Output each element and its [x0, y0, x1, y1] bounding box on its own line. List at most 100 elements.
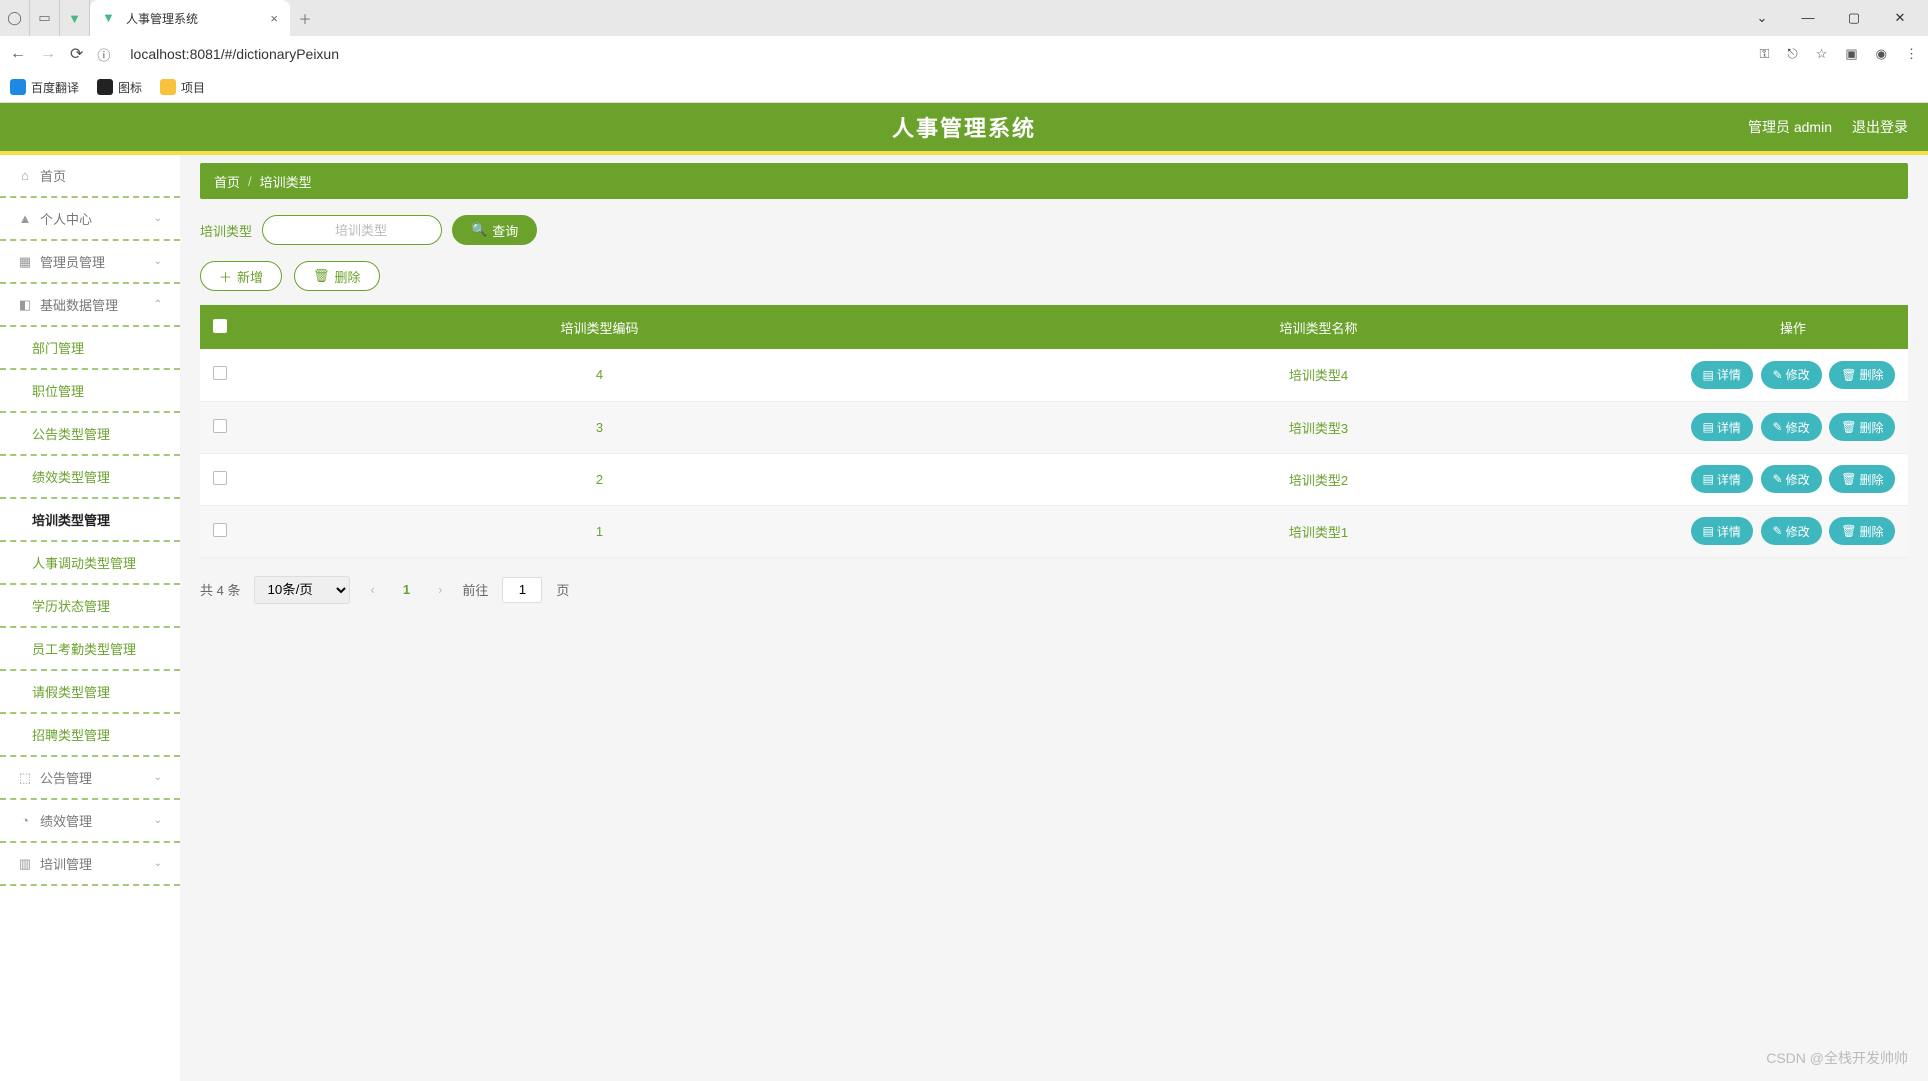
row-delete-button[interactable]: 🗑 删除: [1829, 361, 1895, 389]
detail-icon: ▤: [1703, 368, 1714, 382]
add-button[interactable]: ＋新增: [200, 261, 282, 291]
th-name: 培训类型名称: [959, 305, 1678, 349]
profile-icon[interactable]: ◉: [1876, 46, 1887, 62]
detail-button[interactable]: ▤ 详情: [1691, 361, 1753, 389]
page-size-select[interactable]: 10条/页: [254, 576, 350, 604]
sidebar-sub-education[interactable]: 学历状态管理: [0, 585, 180, 628]
row-delete-button[interactable]: 🗑 删除: [1829, 465, 1895, 493]
delete-button[interactable]: 🗑删除: [294, 261, 380, 291]
next-page-button[interactable]: ›: [432, 582, 448, 597]
detail-button[interactable]: ▤ 详情: [1691, 413, 1753, 441]
goto-suffix: 页: [556, 580, 569, 599]
sidebar-sub-perf-type[interactable]: 绩效类型管理: [0, 456, 180, 499]
info-icon[interactable]: ⓘ: [97, 45, 110, 64]
edit-button[interactable]: ✎ 修改: [1761, 517, 1822, 545]
edit-button[interactable]: ✎ 修改: [1761, 465, 1822, 493]
action-row: ＋新增 🗑删除: [200, 261, 1908, 291]
edit-button[interactable]: ✎ 修改: [1761, 413, 1822, 441]
row-checkbox[interactable]: [213, 523, 227, 537]
breadcrumb-home[interactable]: 首页: [214, 172, 240, 191]
search-button[interactable]: 🔍查询: [452, 215, 537, 245]
sidebar-sub-attendance-type[interactable]: 员工考勤类型管理: [0, 628, 180, 671]
forward-icon[interactable]: →: [40, 45, 56, 63]
minimize-icon[interactable]: —: [1790, 10, 1826, 26]
chevron-down-icon: ⌄: [154, 213, 162, 224]
sidebar-sub-transfer-type[interactable]: 人事调动类型管理: [0, 542, 180, 585]
tab-bar: ◯ ▭ ▼ ▼ 人事管理系统 × ＋ ⌄ — ▢ ✕: [0, 0, 1928, 36]
close-window-icon[interactable]: ✕: [1882, 10, 1918, 26]
row-checkbox[interactable]: [213, 366, 227, 380]
main-layout: ⌂首页 ▲个人中心⌄ ▦管理员管理⌄ ◧基础数据管理⌃ 部门管理 职位管理 公告…: [0, 155, 1928, 1081]
select-all-checkbox[interactable]: [213, 319, 227, 333]
sidebar-sub-dept[interactable]: 部门管理: [0, 327, 180, 370]
edit-button[interactable]: ✎ 修改: [1761, 361, 1822, 389]
bookmark-baidu[interactable]: 百度翻译: [10, 79, 79, 96]
edit-icon: ✎: [1773, 472, 1783, 486]
search-label: 培训类型: [200, 221, 252, 240]
detail-button[interactable]: ▤ 详情: [1691, 517, 1753, 545]
edit-icon: ✎: [1773, 368, 1783, 382]
close-tab-icon[interactable]: ×: [270, 11, 278, 26]
tab-icon-globe[interactable]: ◯: [0, 0, 30, 36]
key-icon[interactable]: ⚿: [1760, 46, 1770, 62]
menu-icon[interactable]: ⋮: [1905, 46, 1918, 62]
row-delete-button[interactable]: 🗑 删除: [1829, 517, 1895, 545]
tab-icon-vue[interactable]: ▼: [60, 0, 90, 36]
row-checkbox[interactable]: [213, 471, 227, 485]
cell-name: 培训类型4: [959, 349, 1678, 401]
bookmark-icon: [97, 79, 113, 95]
sidebar-sub-recruit-type[interactable]: 招聘类型管理: [0, 714, 180, 757]
row-checkbox[interactable]: [213, 419, 227, 433]
chevron-up-icon: ⌃: [154, 299, 162, 310]
app-header: 人事管理系统 管理员 admin 退出登录: [0, 103, 1928, 155]
back-icon[interactable]: ←: [10, 45, 26, 63]
sidebar-item-admin[interactable]: ▦管理员管理⌄: [0, 241, 180, 284]
new-tab-button[interactable]: ＋: [290, 9, 320, 28]
sidebar-sub-position[interactable]: 职位管理: [0, 370, 180, 413]
sidebar-sub-training-type[interactable]: 培训类型管理: [0, 499, 180, 542]
sidebar-item-basic[interactable]: ◧基础数据管理⌃: [0, 284, 180, 327]
detail-button[interactable]: ▤ 详情: [1691, 465, 1753, 493]
user-label[interactable]: 管理员 admin: [1748, 117, 1832, 137]
bookmark-icons[interactable]: 图标: [97, 79, 142, 96]
tab-title: 人事管理系统: [126, 10, 262, 27]
search-input[interactable]: [262, 215, 442, 245]
user-icon: ▲: [18, 211, 32, 226]
tab-icon-2[interactable]: ▭: [30, 0, 60, 36]
active-tab[interactable]: ▼ 人事管理系统 ×: [90, 0, 290, 36]
prev-page-button[interactable]: ‹: [364, 582, 380, 597]
cell-code: 3: [240, 401, 959, 453]
maximize-icon[interactable]: ▢: [1836, 10, 1872, 26]
sidebar-item-personal[interactable]: ▲个人中心⌄: [0, 198, 180, 241]
sidebar-item-announce[interactable]: ⬚公告管理⌄: [0, 757, 180, 800]
reload-icon[interactable]: ⟳: [70, 44, 83, 64]
content-area: 首页 / 培训类型 培训类型 🔍 🔍查询 ＋新增 🗑删除 培训类型编码 培训类型…: [180, 155, 1928, 1081]
chevron-down-icon: ⌄: [154, 815, 162, 826]
th-code: 培训类型编码: [240, 305, 959, 349]
table-row: 3 培训类型3 ▤ 详情 ✎ 修改 🗑 删除: [200, 401, 1908, 453]
detail-icon: ▤: [1703, 420, 1714, 434]
th-ops: 操作: [1678, 305, 1908, 349]
breadcrumb-sep: /: [248, 174, 252, 189]
breadcrumb-current: 培训类型: [260, 172, 312, 191]
perf-icon: ◔: [18, 813, 32, 828]
url-text[interactable]: localhost:8081/#/dictionaryPeixun: [124, 46, 1745, 62]
sidebar-item-training[interactable]: ▥培训管理⌄: [0, 843, 180, 886]
sidebar-sub-announce-type[interactable]: 公告类型管理: [0, 413, 180, 456]
row-delete-button[interactable]: 🗑 删除: [1829, 413, 1895, 441]
sidebar-sub-leave-type[interactable]: 请假类型管理: [0, 671, 180, 714]
share-icon[interactable]: ⎋: [1787, 46, 1797, 62]
bookmark-project[interactable]: 项目: [160, 79, 205, 96]
sidebar-item-home[interactable]: ⌂首页: [0, 155, 180, 198]
cell-code: 2: [240, 453, 959, 505]
plus-icon: ＋: [219, 267, 232, 286]
sidebar-item-perf[interactable]: ◔绩效管理⌄: [0, 800, 180, 843]
win-dropdown-icon[interactable]: ⌄: [1744, 10, 1780, 26]
logout-link[interactable]: 退出登录: [1852, 117, 1908, 137]
trash-icon: 🗑: [1841, 368, 1856, 382]
goto-input[interactable]: [502, 577, 542, 603]
star-icon[interactable]: ☆: [1816, 46, 1828, 62]
page-number[interactable]: 1: [395, 582, 418, 597]
panel-icon[interactable]: ▣: [1845, 46, 1857, 62]
vue-favicon-icon: ▼: [102, 10, 118, 26]
